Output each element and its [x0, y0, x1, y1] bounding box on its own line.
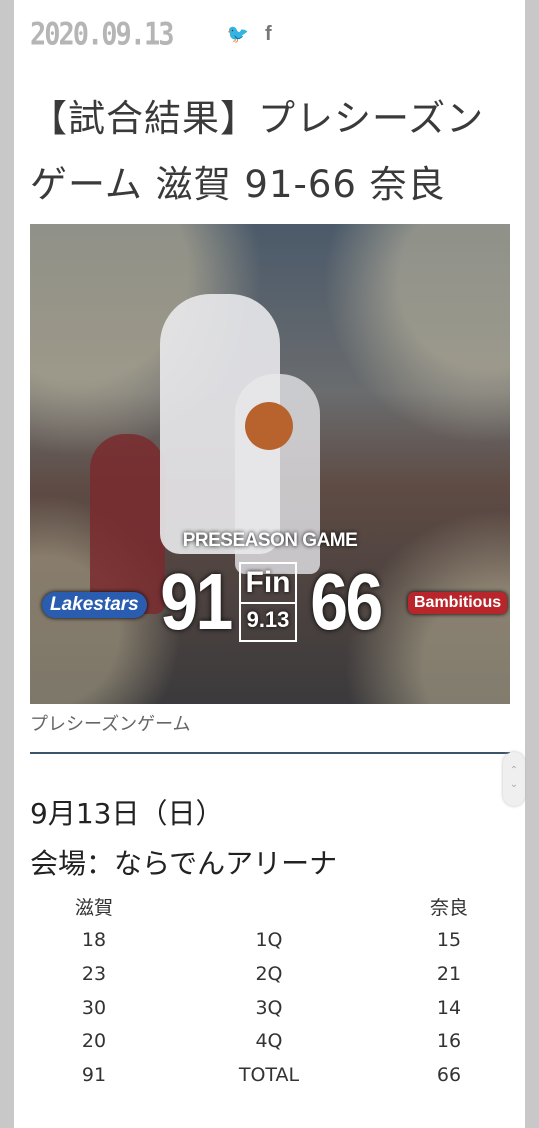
game-date: 9月13日（日）	[30, 797, 224, 830]
share-buttons: 🐦 f	[227, 23, 272, 46]
quarter-score-table: 滋賀 奈良 18 1Q 15 23 2Q 21 30 3Q 14 20 4Q 1…	[44, 890, 504, 1092]
header-home: 滋賀	[74, 897, 113, 920]
final-box: Fin 9.13	[239, 562, 297, 642]
game-venue: 会場：ならでんアリーナ	[30, 847, 338, 880]
scroll-down-icon[interactable]: ⌄	[503, 778, 525, 792]
home-q-score: 30	[81, 996, 107, 1019]
away-total: 66	[436, 1063, 462, 1086]
article-date: 2020.09.13	[30, 16, 175, 52]
article-page: 2020.09.13 🐦 f 【試合結果】プレシーズン ゲーム 滋賀 91-66…	[14, 0, 525, 1128]
table-row: 30 3Q 14	[44, 991, 504, 1025]
quarter-label: 4Q	[255, 1030, 283, 1053]
home-q-score: 18	[81, 929, 107, 952]
home-total: 91	[81, 1063, 107, 1086]
quarter-label: 2Q	[255, 962, 283, 985]
home-score: 91	[160, 557, 233, 646]
section-divider	[30, 752, 510, 754]
away-q-score: 14	[436, 996, 462, 1019]
opponent-player-figure	[90, 434, 165, 614]
table-row: 18 1Q 15	[44, 924, 504, 958]
away-score: 66	[310, 557, 383, 646]
final-date: 9.13	[241, 602, 295, 636]
home-q-score: 20	[81, 1030, 107, 1053]
table-total-row: 91 TOTAL 66	[44, 1058, 504, 1092]
scroll-handle[interactable]: ⌃ ⌄	[503, 752, 525, 806]
hero-image[interactable]: PRESEASON GAME Lakestars 91 Fin 9.13 66 …	[30, 224, 510, 704]
table-row: 20 4Q 16	[44, 1024, 504, 1058]
quarter-label: 3Q	[255, 996, 283, 1019]
table-row: 23 2Q 21	[44, 957, 504, 991]
twitter-icon[interactable]: 🐦	[227, 24, 249, 45]
home-q-score: 23	[81, 962, 107, 985]
title-line-1: 【試合結果】プレシーズン	[30, 97, 485, 140]
home-team-logo: Lakestars	[42, 592, 147, 618]
total-label: TOTAL	[238, 1063, 300, 1086]
facebook-icon[interactable]: f	[265, 23, 272, 46]
header-quarter	[144, 890, 394, 924]
quarter-label: 1Q	[255, 929, 283, 952]
away-team-logo: Bambitious	[408, 592, 508, 614]
away-q-score: 16	[436, 1030, 462, 1053]
preseason-banner: PRESEASON GAME	[182, 530, 358, 551]
article-meta: 2020.09.13 🐦 f	[30, 14, 272, 54]
header-away: 奈良	[429, 897, 468, 920]
table-header-row: 滋賀 奈良	[44, 890, 504, 924]
basketball	[245, 402, 293, 450]
article-title: 【試合結果】プレシーズン ゲーム 滋賀 91-66 奈良	[30, 86, 510, 218]
away-q-score: 15	[436, 929, 462, 952]
away-q-score: 21	[436, 962, 462, 985]
title-line-2: ゲーム 滋賀 91-66 奈良	[30, 163, 446, 206]
final-label: Fin	[245, 566, 291, 599]
scroll-up-icon[interactable]: ⌃	[503, 764, 525, 778]
image-caption: プレシーズンゲーム	[30, 714, 191, 735]
